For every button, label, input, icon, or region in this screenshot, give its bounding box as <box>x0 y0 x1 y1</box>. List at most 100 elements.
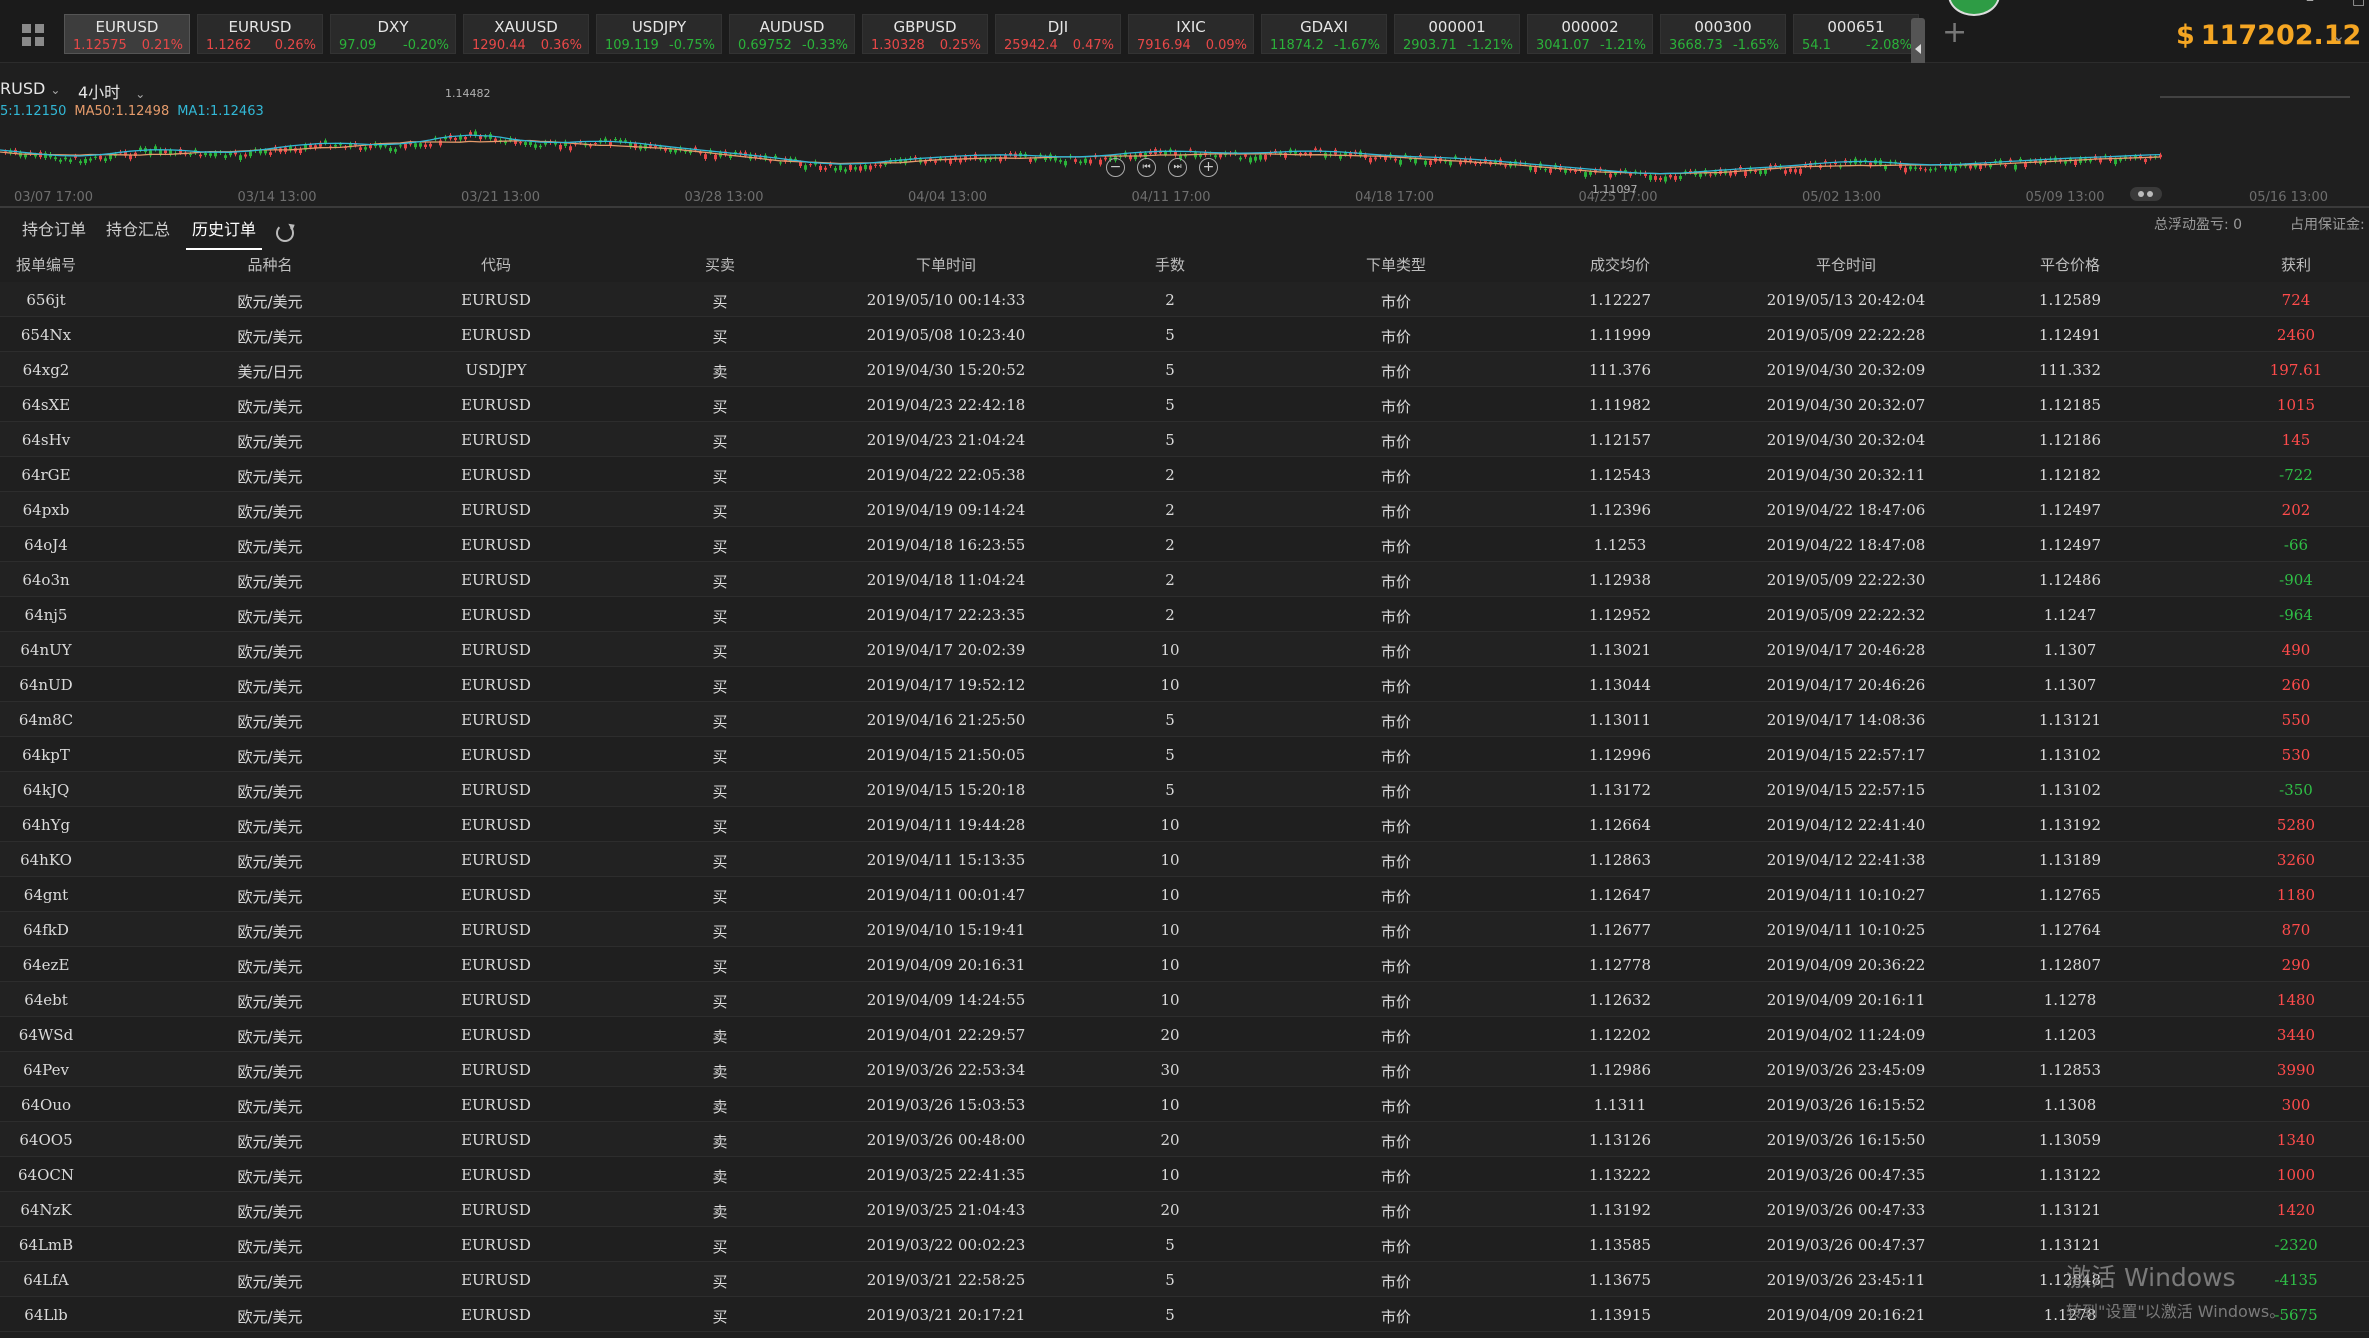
cell-name: 欧元/美元 <box>237 573 303 591</box>
ticker-dji[interactable]: DJI 25942.4 0.47% <box>995 14 1121 54</box>
ticker-ixic[interactable]: IXIC 7916.94 0.09% <box>1128 14 1254 54</box>
symbol-selector[interactable]: RUSD ⌄ <box>0 79 60 98</box>
cell-side: 买 <box>712 853 728 871</box>
ticker-price: 109.119 <box>605 38 659 53</box>
ticker-symbol: EURUSD <box>95 18 159 36</box>
table-row[interactable]: 64sXE 欧元/美元 EURUSD 买 2019/04/23 22:42:18 5 市价 1… <box>0 387 2369 422</box>
table-row[interactable]: 64kpT 欧元/美元 EURUSD 买 2019/04/15 21:50:05 5 市价 1… <box>0 737 2369 772</box>
column-header-avg-price[interactable]: 成交均价 <box>1590 254 1650 275</box>
cell-code: EURUSD <box>461 326 531 344</box>
cell-avg-price: 1.12543 <box>1588 466 1652 484</box>
table-row[interactable]: 64xg2 美元/日元 USDJPY 卖 2019/04/30 15:20:52 5 市价 1… <box>0 352 2369 387</box>
table-row[interactable]: 64sHv 欧元/美元 EURUSD 买 2019/04/23 21:04:24 5 市价 1… <box>0 422 2369 457</box>
table-row[interactable]: 64nj5 欧元/美元 EURUSD 买 2019/04/17 22:23:35 2 市价 1… <box>0 597 2369 632</box>
ticker-000300[interactable]: 000300 3668.73 -1.65% <box>1660 14 1786 54</box>
table-row[interactable]: 64LfA 欧元/美元 EURUSD 买 2019/03/21 22:58:25 5 市价 1… <box>0 1262 2369 1297</box>
ticker-eurusd[interactable]: EURUSD 1.12575 0.21% <box>64 14 190 54</box>
table-row[interactable]: 64m8C 欧元/美元 EURUSD 买 2019/04/16 21:25:50 5 市价 1… <box>0 702 2369 737</box>
cell-profit: 3990 <box>2276 1061 2316 1079</box>
close-icon[interactable]: □ <box>2352 0 2365 8</box>
timeframe-selector[interactable]: 4小时 ⌄ <box>78 79 145 103</box>
ticker-xauusd[interactable]: XAUUSD 1290.44 0.36% <box>463 14 589 54</box>
table-row[interactable]: 64ebt 欧元/美元 EURUSD 买 2019/04/09 14:24:55 10 市价… <box>0 982 2369 1017</box>
column-header-lots[interactable]: 手数 <box>1155 254 1185 275</box>
table-row[interactable]: 64OCN 欧元/美元 EURUSD 卖 2019/03/25 22:41:35 10 市价… <box>0 1157 2369 1192</box>
column-header-id[interactable]: 报单编号 <box>16 254 76 275</box>
column-header-code[interactable]: 代码 <box>481 254 511 275</box>
column-header-name[interactable]: 品种名 <box>247 254 292 275</box>
tab-position-summary[interactable]: 持仓汇总 <box>106 216 170 248</box>
candlestick-plot[interactable]: 03/07 17:00 03/14 13:00 03/21 13:00 03/28 1… <box>0 63 2369 206</box>
table-row[interactable]: 64pxb 欧元/美元 EURUSD 买 2019/04/19 09:14:24 2 市价 1… <box>0 492 2369 527</box>
minimize-icon[interactable]: – <box>2306 0 2314 9</box>
cell-profit: 145 <box>2281 431 2311 449</box>
chart-toggle[interactable] <box>2130 187 2162 201</box>
table-row[interactable]: 64fkD 欧元/美元 EURUSD 买 2019/04/10 15:19:41 10 市价… <box>0 912 2369 947</box>
skip-back-icon[interactable]: ⏮ <box>1137 158 1156 177</box>
skip-forward-icon[interactable]: ⏭ <box>1168 158 1187 177</box>
zoom-in-icon[interactable]: + <box>1199 158 1218 177</box>
cell-close-time: 2019/04/09 20:36:22 <box>1766 956 1926 974</box>
add-ticker-button[interactable]: + <box>1942 18 1967 48</box>
cell-close-price: 1.1307 <box>2043 641 2097 659</box>
table-row[interactable]: 64ezE 欧元/美元 EURUSD 买 2019/04/09 20:16:31 10 市价… <box>0 947 2369 982</box>
cell-close-time: 2019/04/30 20:32:09 <box>1766 361 1926 379</box>
ticker-audusd[interactable]: AUDUSD 0.69752 -0.33% <box>729 14 855 54</box>
table-row[interactable]: 64LmB 欧元/美元 EURUSD 买 2019/03/22 00:02:23 5 市价 1… <box>0 1227 2369 1262</box>
table-row[interactable]: 64hYg 欧元/美元 EURUSD 买 2019/04/11 19:44:28 10 市价… <box>0 807 2369 842</box>
cell-profit: 870 <box>2281 921 2311 939</box>
grid-menu-icon[interactable] <box>22 24 44 46</box>
ticker-usdjpy[interactable]: USDJPY 109.119 -0.75% <box>596 14 722 54</box>
table-row[interactable]: 64hKO 欧元/美元 EURUSD 买 2019/04/11 15:13:35 10 市价… <box>0 842 2369 877</box>
ticker-gbpusd[interactable]: GBPUSD 1.30328 0.25% <box>862 14 988 54</box>
cell-close-time: 2019/04/02 11:24:09 <box>1766 1026 1926 1044</box>
table-row[interactable]: 654Nx 欧元/美元 EURUSD 买 2019/05/08 10:23:40 5 市价 1… <box>0 317 2369 352</box>
ticker-000001[interactable]: 000001 2903.71 -1.21% <box>1394 14 1520 54</box>
cell-open-time: 2019/04/19 09:14:24 <box>866 501 1026 519</box>
zoom-out-icon[interactable]: − <box>1106 158 1125 177</box>
table-row[interactable]: 64Pev 欧元/美元 EURUSD 卖 2019/03/26 22:53:34 30 市价… <box>0 1052 2369 1087</box>
tab-open-orders[interactable]: 持仓订单 <box>22 216 86 248</box>
column-header-close-time[interactable]: 平仓时间 <box>1816 254 1876 275</box>
cell-profit: 1340 <box>2276 1131 2316 1149</box>
ticker-000651[interactable]: 000651 54.1 -2.08% <box>1793 14 1919 54</box>
table-row[interactable]: 64nUY 欧元/美元 EURUSD 买 2019/04/17 20:02:39 10 市价… <box>0 632 2369 667</box>
cell-close-price: 1.13102 <box>2038 746 2102 764</box>
column-header-open-time[interactable]: 下单时间 <box>916 254 976 275</box>
cell-side: 买 <box>712 538 728 556</box>
cell-name: 欧元/美元 <box>237 468 303 486</box>
table-row[interactable]: 64o3n 欧元/美元 EURUSD 买 2019/04/18 11:04:24 2 市价 1… <box>0 562 2369 597</box>
table-row[interactable]: 64OO5 欧元/美元 EURUSD 卖 2019/03/26 00:48:00 20 市价… <box>0 1122 2369 1157</box>
table-row[interactable]: 64NzK 欧元/美元 EURUSD 卖 2019/03/25 21:04:43 20 市价… <box>0 1192 2369 1227</box>
cell-lots: 20 <box>1160 1131 1180 1149</box>
column-header-profit[interactable]: 获利 <box>2281 254 2311 275</box>
refresh-icon[interactable] <box>276 224 294 242</box>
ticker-symbol: 000651 <box>1827 18 1885 36</box>
table-row[interactable]: 64rGE 欧元/美元 EURUSD 买 2019/04/22 22:05:38 2 市价 1… <box>0 457 2369 492</box>
tab-history-orders[interactable]: 历史订单 <box>186 216 263 250</box>
column-header-side[interactable]: 买卖 <box>705 254 735 275</box>
column-header-close-price[interactable]: 平仓价格 <box>2040 254 2100 275</box>
table-row[interactable]: 64oJ4 欧元/美元 EURUSD 买 2019/04/18 16:23:55 2 市价 1… <box>0 527 2369 562</box>
column-header-type[interactable]: 下单类型 <box>1366 254 1426 275</box>
ticker-dxy[interactable]: DXY 97.09 -0.20% <box>330 14 456 54</box>
table-row[interactable]: 64gnt 欧元/美元 EURUSD 买 2019/04/11 00:01:47 10 市价… <box>0 877 2369 912</box>
ticker-eurusd[interactable]: EURUSD 1.1262 0.26% <box>197 14 323 54</box>
table-row[interactable]: 64Ouo 欧元/美元 EURUSD 卖 2019/03/26 15:03:53 10 市价… <box>0 1087 2369 1122</box>
cell-type: 市价 <box>1380 678 1412 696</box>
table-row[interactable]: 64kJQ 欧元/美元 EURUSD 买 2019/04/15 15:20:18 5 市价 1… <box>0 772 2369 807</box>
table-row[interactable]: 64WSd 欧元/美元 EURUSD 卖 2019/04/01 22:29:57 20 市价… <box>0 1017 2369 1052</box>
table-row[interactable]: 656jt 欧元/美元 EURUSD 买 2019/05/10 00:14:33 2 市价 1… <box>0 282 2369 317</box>
cell-name: 欧元/美元 <box>237 538 303 556</box>
date-tick-label: 03/14 13:00 <box>238 190 317 205</box>
cell-avg-price: 1.12677 <box>1588 921 1652 939</box>
ticker-change: 0.26% <box>274 38 316 53</box>
chevron-down-icon[interactable]: ⌄ <box>2332 26 2345 45</box>
symbol-label: RUSD <box>0 79 46 98</box>
table-row[interactable]: 64Llb 欧元/美元 EURUSD 买 2019/03/21 20:17:21 5 市价 1… <box>0 1297 2369 1332</box>
table-row[interactable]: 64nUD 欧元/美元 EURUSD 买 2019/04/17 19:52:12 10 市价… <box>0 667 2369 702</box>
ticker-gdaxi[interactable]: GDAXI 11874.2 -1.67% <box>1261 14 1387 54</box>
cell-type: 市价 <box>1380 503 1412 521</box>
ticker-000002[interactable]: 000002 3041.07 -1.21% <box>1527 14 1653 54</box>
cell-open-time: 2019/04/01 22:29:57 <box>866 1026 1026 1044</box>
